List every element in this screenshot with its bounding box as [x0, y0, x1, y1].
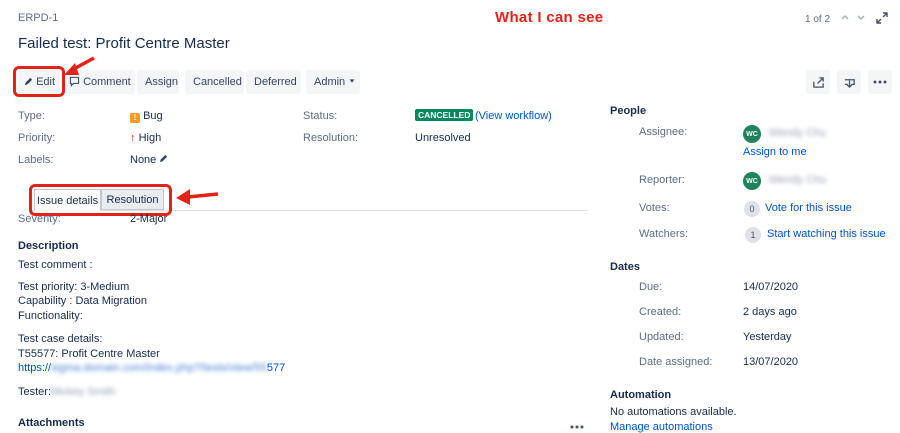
status-label: Status:	[303, 110, 338, 122]
link-suffix: 577	[266, 362, 286, 374]
date-assigned-value: 13/07/2020	[743, 356, 799, 368]
export-icon	[844, 78, 855, 88]
vote-link[interactable]: Vote for this issue	[765, 202, 852, 214]
view-workflow-link[interactable]: (View workflow)	[475, 110, 552, 122]
labels-text: None	[130, 154, 157, 166]
bug-icon: !	[130, 113, 140, 123]
labels-label: Labels:	[18, 154, 54, 166]
reporter-name[interactable]: Wendy Chu	[769, 174, 826, 186]
issue-title: Failed test: Profit Centre Master	[18, 35, 230, 52]
tabs-highlight-box	[29, 184, 172, 216]
watchers-label: Watchers:	[639, 228, 689, 240]
assignee-name[interactable]: Wendy Chu	[769, 127, 826, 139]
automation-heading: Automation	[610, 389, 672, 401]
annotation-text: What I can see	[495, 9, 604, 26]
watchers-count: 1	[745, 227, 761, 243]
expand-icon[interactable]	[875, 11, 889, 28]
assign-button[interactable]: Assign	[137, 70, 179, 94]
test-case-link[interactable]: https://sigma.domain.com/index.php?/test…	[18, 362, 285, 374]
description-heading: Description	[18, 240, 79, 252]
assign-to-me-link[interactable]: Assign to me	[743, 146, 807, 158]
avatar: WC	[743, 125, 761, 143]
manage-automations-link[interactable]: Manage automations	[610, 421, 713, 433]
priority-text: High	[138, 132, 162, 144]
edit-arrow-icon	[64, 56, 95, 75]
status-lozenge: CANCELLED	[415, 109, 474, 121]
description-line: T55577: Profit Centre Master	[18, 348, 160, 360]
dates-heading: Dates	[610, 261, 640, 273]
created-label: Created:	[639, 306, 682, 318]
attachments-more-icon[interactable]	[570, 420, 584, 432]
resolution-label: Resolution:	[303, 132, 359, 144]
attachments-heading: Attachments	[18, 417, 85, 429]
people-heading: People	[610, 105, 647, 117]
more-icon	[873, 80, 887, 84]
share-button[interactable]	[806, 70, 830, 94]
deferred-button[interactable]: Deferred	[246, 70, 301, 94]
link-prefix: https://	[18, 362, 52, 374]
type-text: Bug	[143, 110, 163, 122]
priority-value: ↑ High	[130, 132, 161, 144]
type-label: Type:	[18, 110, 45, 122]
chevron-down-icon[interactable]	[856, 12, 866, 25]
cancelled-button[interactable]: Cancelled	[185, 70, 244, 94]
description-line: Test comment :	[18, 259, 93, 271]
due-value: 14/07/2020	[743, 281, 799, 293]
priority-label: Priority:	[18, 132, 56, 144]
tester-label: Tester:	[18, 386, 52, 398]
type-value: ! Bug	[130, 110, 163, 123]
pencil-icon[interactable]	[159, 154, 168, 163]
tester-name: Mickey Smith	[50, 386, 116, 398]
due-label: Due:	[639, 281, 663, 293]
updated-value: Yesterday	[743, 331, 792, 343]
caret-down-icon	[349, 79, 355, 83]
description-line: Functionality:	[18, 310, 83, 322]
tabs-arrow-icon	[176, 189, 219, 205]
issue-key[interactable]: ERPD-1	[18, 12, 58, 24]
severity-label: Severity:	[18, 213, 61, 225]
link-blurred: sigma.domain.com/index.php?/tests/view/5…	[51, 362, 267, 374]
description-line: Capability : Data Migration	[18, 295, 148, 307]
votes-count: 0	[744, 201, 760, 217]
votes-label: Votes:	[639, 202, 670, 214]
admin-dropdown[interactable]: Admin	[306, 70, 360, 94]
reporter-label: Reporter:	[639, 174, 685, 186]
more-actions-button[interactable]	[868, 70, 892, 94]
labels-value[interactable]: None	[130, 154, 168, 166]
resolution-value: Unresolved	[415, 132, 471, 144]
pager-text: 1 of 2	[805, 14, 831, 25]
description-line: Test case details:	[18, 333, 103, 345]
updated-label: Updated:	[639, 331, 684, 343]
created-value: 2 days ago	[743, 306, 797, 318]
assignee-label: Assignee:	[639, 126, 688, 138]
admin-label: Admin	[314, 76, 346, 88]
export-button[interactable]	[837, 70, 861, 94]
severity-value: 2-Major	[130, 213, 168, 225]
avatar: WC	[743, 172, 761, 190]
description-line: Test priority: 3-Medium	[18, 281, 130, 293]
no-automations-text: No automations available.	[610, 406, 737, 418]
date-assigned-label: Date assigned:	[639, 356, 713, 368]
watch-link[interactable]: Start watching this issue	[767, 228, 886, 240]
chevron-up-icon[interactable]	[840, 12, 850, 25]
arrow-up-icon: ↑	[130, 132, 136, 144]
share-icon	[812, 76, 824, 88]
